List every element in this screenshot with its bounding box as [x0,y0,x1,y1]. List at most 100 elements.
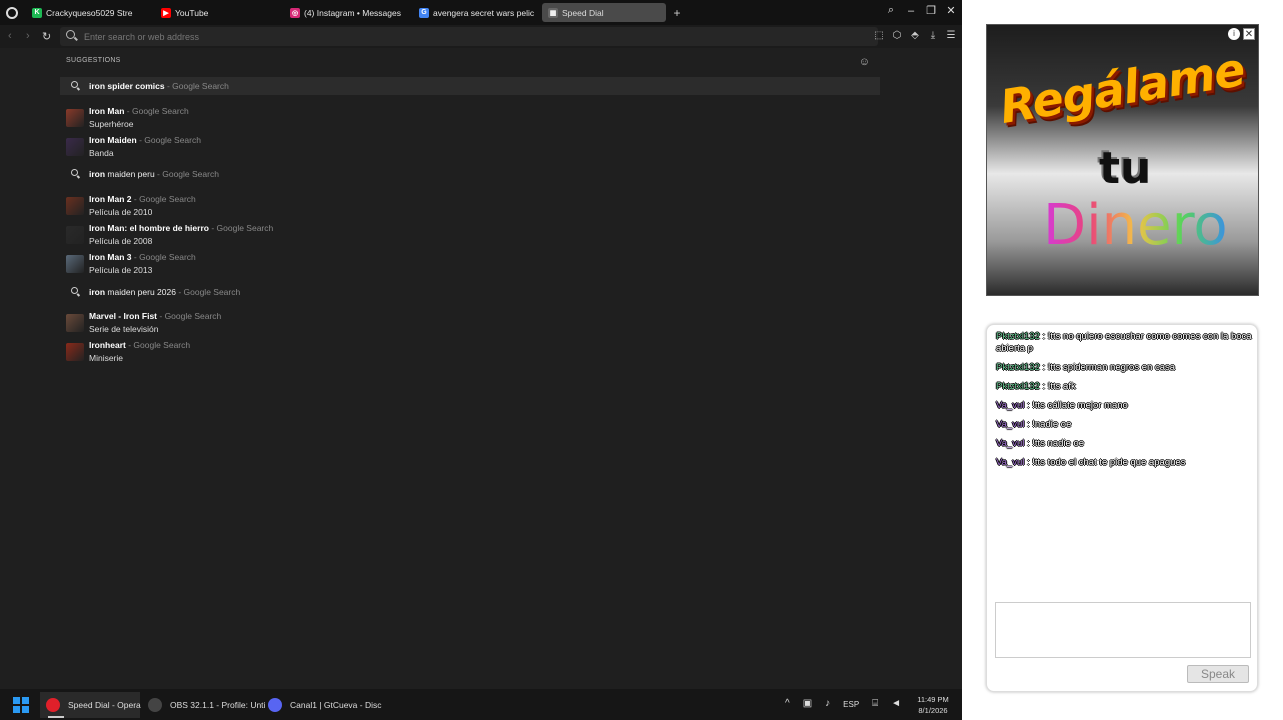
tab-favicon-icon: K [32,7,42,18]
menu-icon[interactable]: ☰ [946,30,956,41]
suggestions-dropdown: SUGGESTIONS ☺ iron spider comics - Googl… [60,52,880,368]
search-icon [66,286,84,298]
suggestion-item[interactable]: Iron Man - Google Search Superhéroe [60,104,880,131]
address-bar: ‹ › ↻ ⬚ ⬡ ⬘ ⤓ ☰ [0,25,962,48]
suggestion-source: - Google Search [208,223,274,233]
suggestions-settings-icon[interactable]: ☺ [859,56,870,68]
toolbar-icons: ⬚ ⬡ ⬘ ⤓ ☰ [874,30,956,41]
tray-app-icon[interactable]: ▣ [803,698,812,709]
suggestion-item[interactable]: iron maiden peru 2026 - Google Search [60,283,880,301]
suggestion-query: Iron Man: el hombre de hierro [89,223,209,233]
opera-browser-window: K Crackyqueso5029 Stre ▶ YouTube ◎ (4) Instag… [0,0,962,720]
suggestion-item[interactable]: iron maiden peru - Google Search [60,165,880,183]
taskbar-app[interactable]: OBS 32.1.1 - Profile: Unti [142,692,265,718]
chat-text: : !tts afk [1039,381,1076,392]
omnibox[interactable] [60,27,878,46]
suggestion-item[interactable]: Marvel - Iron Fist - Google Search Serie … [60,309,880,336]
taskbar-app[interactable]: Speed Dial - Opera [40,692,141,718]
tab[interactable]: K Crackyqueso5029 Stre [26,3,151,22]
search-tabs-icon[interactable]: ⌕ [886,4,896,17]
tab-label: Speed Dial [562,7,604,18]
suggestion-query: iron [89,169,106,179]
windows-start-icon[interactable] [13,697,29,713]
chat-input-field[interactable] [995,602,1251,658]
new-tab-icon[interactable]: + [670,6,684,20]
chat-username[interactable]: Va_vul [996,419,1024,430]
chat-message: Pktztxl132 : !tts afk [996,381,1252,393]
app-icon [268,698,282,712]
microphone-icon[interactable]: ♪ [825,698,830,709]
chat-username[interactable]: Va_vul [996,457,1024,468]
suggestion-item[interactable]: Ironheart - Google Search Miniserie [60,338,880,365]
snapshot-icon[interactable]: ⬚ [874,30,884,41]
suggestion-source: - Google Search [175,287,241,297]
suggestion-subtitle: Película de 2010 [89,207,153,217]
chat-text: : !nadie oe [1024,419,1072,430]
chat-username[interactable]: Pktztxl132 [996,381,1040,392]
restore-icon[interactable]: ❐ [926,4,936,17]
app-label: OBS 32.1.1 - Profile: Unti [170,700,266,710]
language-indicator[interactable]: ESP [843,700,859,709]
suggestion-title: Iron Maiden - Google Search [89,135,201,145]
app-label: Speed Dial - Opera [68,700,141,710]
tray-overflow-icon[interactable]: ^ [785,698,790,709]
extensions-icon[interactable]: ⬡ [892,30,902,41]
volume-icon[interactable]: ◄ [891,698,901,709]
search-input[interactable] [84,28,844,45]
ad-banner[interactable]: i ✕ Regálame tu Dinero [986,24,1259,296]
wallet-icon[interactable]: ⬘ [910,30,920,41]
reload-icon[interactable]: ↻ [42,30,51,43]
tab-label: Crackyqueso5029 Stre [46,7,133,18]
chat-message: Va_vul : !tts cállate mejor mano [996,400,1252,412]
suggestion-title: iron maiden peru - Google Search [89,169,219,179]
downloads-icon[interactable]: ⤓ [928,30,938,41]
speak-button[interactable]: Speak [1187,665,1249,683]
chat-username[interactable]: Va_vul [996,438,1024,449]
suggestion-source: - Google Search [131,194,196,204]
suggestion-item[interactable]: iron spider comics - Google Search [60,77,880,95]
ad-close-icon[interactable]: ✕ [1243,28,1255,40]
close-window-icon[interactable]: ✕ [946,4,956,17]
tab[interactable]: Gavengera secret wars pelic [413,3,538,22]
clock[interactable]: 11:49 PM 8/1/2026 [908,694,958,716]
minimize-icon[interactable]: – [906,5,916,17]
tab-favicon-icon: G [419,7,429,18]
tab-bar: K Crackyqueso5029 Stre ▶ YouTube ◎ (4) Instag… [0,0,962,25]
chat-username[interactable]: Va_vul [996,400,1024,411]
tab[interactable]: ▦ Speed Dial [542,3,666,22]
forward-icon[interactable]: › [26,30,30,42]
chat-text: : !tts cállate mejor mano [1024,400,1128,411]
suggestion-title: iron maiden peru 2026 - Google Search [89,287,240,297]
chat-message: Va_vul : !tts todo el chat te pide que a… [996,457,1252,469]
system-tray: ^ ▣ ♪ ESP ⌸ ◄ [785,698,901,709]
suggestion-item[interactable]: Iron Man 3 - Google Search Película de 20… [60,250,880,277]
suggestion-source: - Google Search [125,340,191,350]
chat-message: Pktztxl132 : !tts spiderman negros en ca… [996,362,1252,374]
chat-message: Pktztxl132 : !tts no quiero escuchar com… [996,331,1252,355]
suggestion-item[interactable]: Iron Man: el hombre de hierro - Google S… [60,221,880,248]
suggestion-title: iron spider comics - Google Search [89,81,229,91]
back-icon[interactable]: ‹ [8,30,12,42]
suggestion-thumbnail [66,254,84,273]
chat-username[interactable]: Pktztxl132 [996,331,1040,342]
window-controls: ⌕ – ❐ ✕ [886,4,956,17]
suggestions-header: SUGGESTIONS [66,57,121,64]
search-icon [66,168,84,180]
opera-logo-icon[interactable] [6,6,18,19]
app-label: Canal1 | GtCueva - Disc [290,700,382,710]
network-icon[interactable]: ⌸ [872,698,878,709]
suggestion-item[interactable]: Iron Man 2 - Google Search Película de 20… [60,192,880,219]
chat-message: Va_vul : !tts nadie oe [996,438,1252,450]
tab[interactable]: ◎ (4) Instagram • Messages [284,3,409,22]
ad-info-icon[interactable]: i [1228,28,1240,40]
suggestion-title: Marvel - Iron Fist - Google Search [89,311,221,321]
taskbar-app[interactable]: Canal1 | GtCueva - Disc [262,692,382,718]
chat-username[interactable]: Pktztxl132 [996,362,1040,373]
suggestion-query: Ironheart [89,340,126,350]
chat-messages: Pktztxl132 : !tts no quiero escuchar com… [996,331,1252,476]
suggestion-subtitle: Banda [89,148,114,158]
tab[interactable]: ▶ YouTube [155,3,280,22]
suggestion-item[interactable]: Iron Maiden - Google Search Banda [60,133,880,160]
suggestion-subtitle: Película de 2013 [89,265,153,275]
suggestion-source: - Google Search [154,169,219,179]
